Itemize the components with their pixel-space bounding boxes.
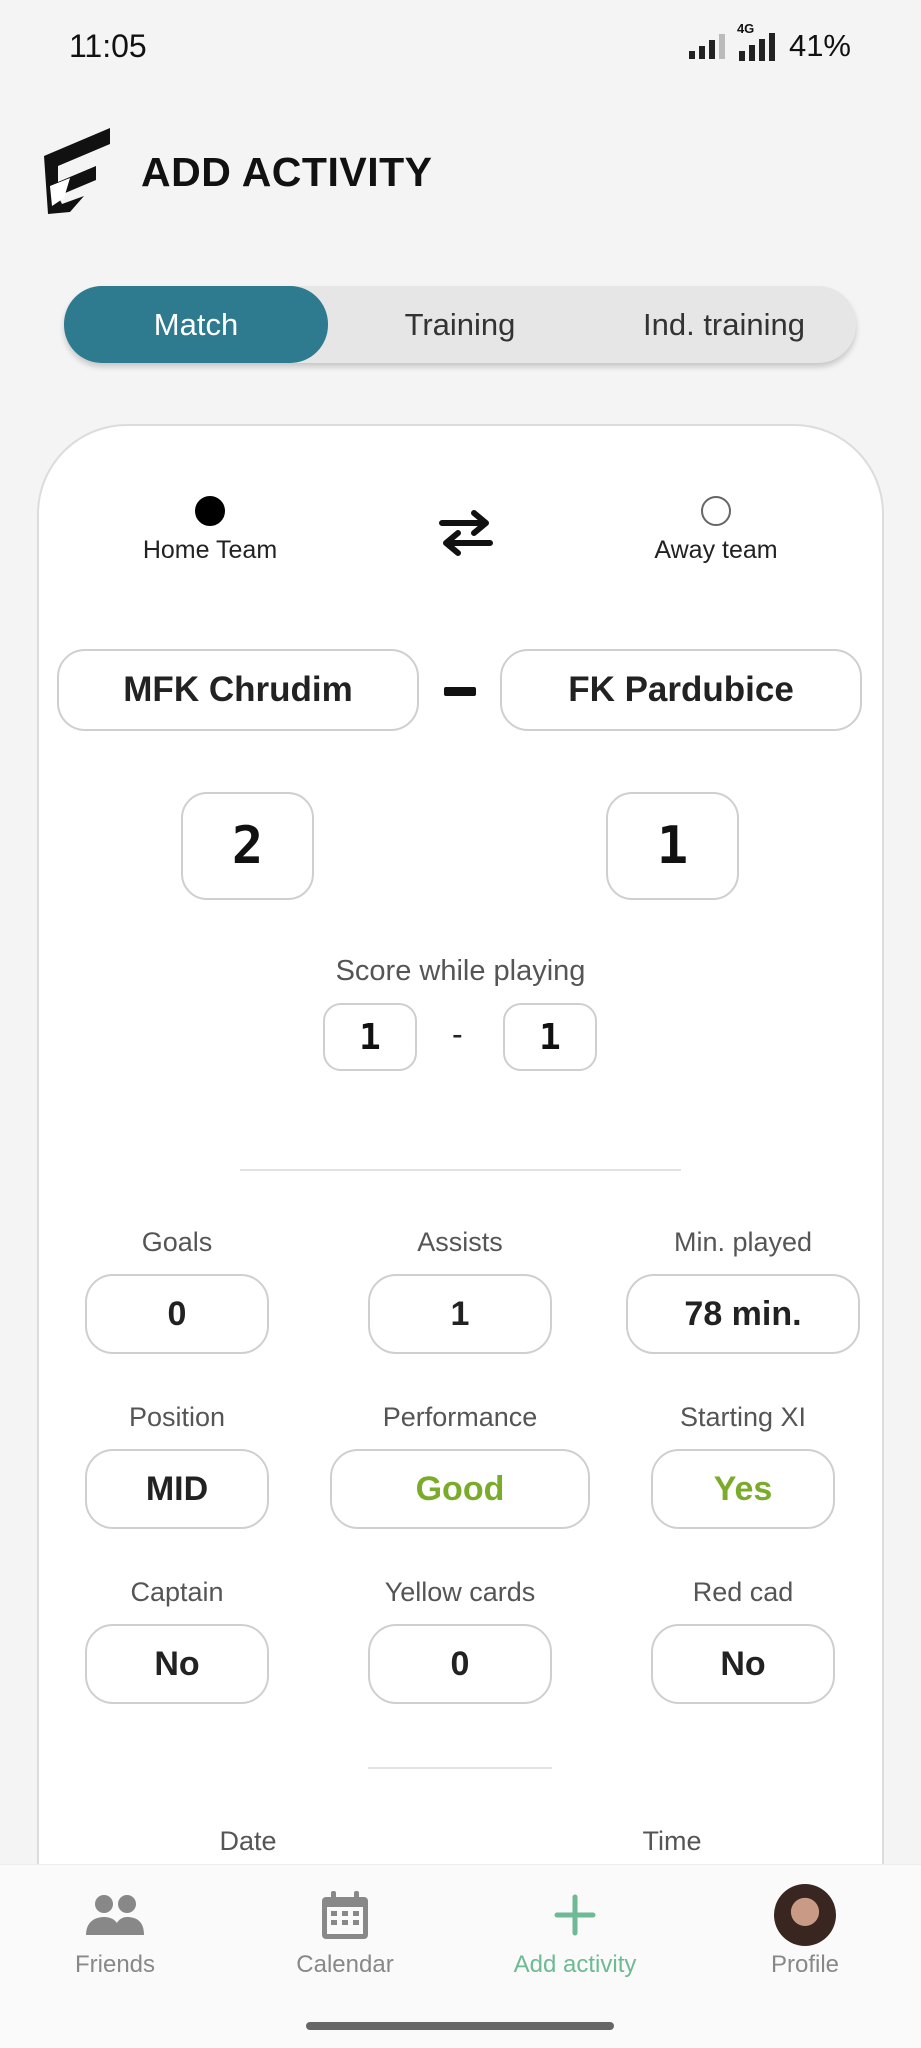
activity-type-tabs: Match Training Ind. training <box>64 286 856 363</box>
tab-match[interactable]: Match <box>64 286 328 363</box>
goals-label: Goals <box>141 1227 213 1257</box>
section-divider <box>240 1169 681 1171</box>
away-score-input[interactable]: 1 <box>606 792 739 900</box>
score-while-playing-away[interactable]: 1 <box>503 1003 597 1071</box>
status-icons: 4G 41% <box>688 21 851 64</box>
team-separator <box>444 687 476 696</box>
yellow-cards-input[interactable]: 0 <box>368 1624 552 1704</box>
home-indicator[interactable] <box>306 2022 614 2030</box>
nav-calendar-label: Calendar <box>296 1951 394 1978</box>
position-label: Position <box>128 1402 226 1432</box>
cellular-4g-icon: 4G <box>737 21 775 61</box>
page-header: ADD ACTIVITY <box>40 124 432 220</box>
date-label: Date <box>219 1826 277 1856</box>
people-icon <box>86 1895 144 1935</box>
score-while-playing-home[interactable]: 1 <box>323 1003 417 1071</box>
nav-add-activity[interactable]: Add activity <box>475 1885 675 1979</box>
status-bar: 11:05 4G 41% <box>0 0 921 95</box>
nav-friends-label: Friends <box>74 1951 156 1978</box>
captain-label: Captain <box>130 1577 224 1607</box>
status-time: 11:05 <box>69 28 147 64</box>
home-score-input[interactable]: 2 <box>181 792 314 900</box>
bottom-navigation: Friends Calendar Add activity Profile <box>0 1864 921 2048</box>
nav-profile-label: Profile <box>770 1951 840 1978</box>
nav-add-activity-label: Add activity <box>513 1951 637 1978</box>
tab-ind-training[interactable]: Ind. training <box>592 286 856 363</box>
min-played-input[interactable]: 78 min. <box>626 1274 860 1354</box>
starting-xi-toggle[interactable]: Yes <box>651 1449 835 1529</box>
yellow-cards-label: Yellow cards <box>384 1577 536 1607</box>
nav-calendar[interactable]: Calendar <box>245 1885 445 1979</box>
plus-icon <box>554 1894 596 1936</box>
captain-toggle[interactable]: No <box>85 1624 269 1704</box>
home-team-option[interactable]: Home Team <box>110 496 310 565</box>
time-label: Time <box>642 1826 702 1856</box>
home-team-input[interactable]: MFK Chrudim <box>57 649 419 731</box>
away-team-option[interactable]: Away team <box>616 496 816 565</box>
min-played-label: Min. played <box>673 1227 813 1257</box>
network-type: 4G <box>736 21 755 36</box>
brand-logo <box>44 128 110 214</box>
red-card-label: Red cad <box>692 1577 794 1607</box>
red-card-toggle[interactable]: No <box>651 1624 835 1704</box>
away-team-input[interactable]: FK Pardubice <box>500 649 862 731</box>
assists-input[interactable]: 1 <box>368 1274 552 1354</box>
goals-input[interactable]: 0 <box>85 1274 269 1354</box>
nav-profile[interactable]: Profile <box>705 1884 905 1979</box>
calendar-icon <box>322 1891 368 1939</box>
away-team-radio[interactable] <box>701 496 731 526</box>
tab-training[interactable]: Training <box>328 286 592 363</box>
assists-label: Assists <box>417 1227 503 1257</box>
starting-xi-label: Starting XI <box>679 1402 807 1432</box>
away-team-label: Away team <box>654 536 778 564</box>
page-title: ADD ACTIVITY <box>141 148 433 195</box>
performance-label: Performance <box>382 1402 538 1432</box>
home-team-label: Home Team <box>142 536 278 564</box>
nav-friends[interactable]: Friends <box>15 1885 215 1979</box>
home-team-radio[interactable] <box>195 496 225 526</box>
battery-percent: 41% <box>788 28 851 63</box>
performance-select[interactable]: Good <box>330 1449 590 1529</box>
score-while-playing-separator: - <box>452 1016 463 1052</box>
section-divider-2 <box>368 1767 552 1769</box>
swap-arrows-icon[interactable] <box>436 503 496 563</box>
signal-icon <box>688 33 725 59</box>
avatar <box>774 1884 836 1946</box>
score-while-playing-label: Score while playing <box>335 955 586 987</box>
position-select[interactable]: MID <box>85 1449 269 1529</box>
